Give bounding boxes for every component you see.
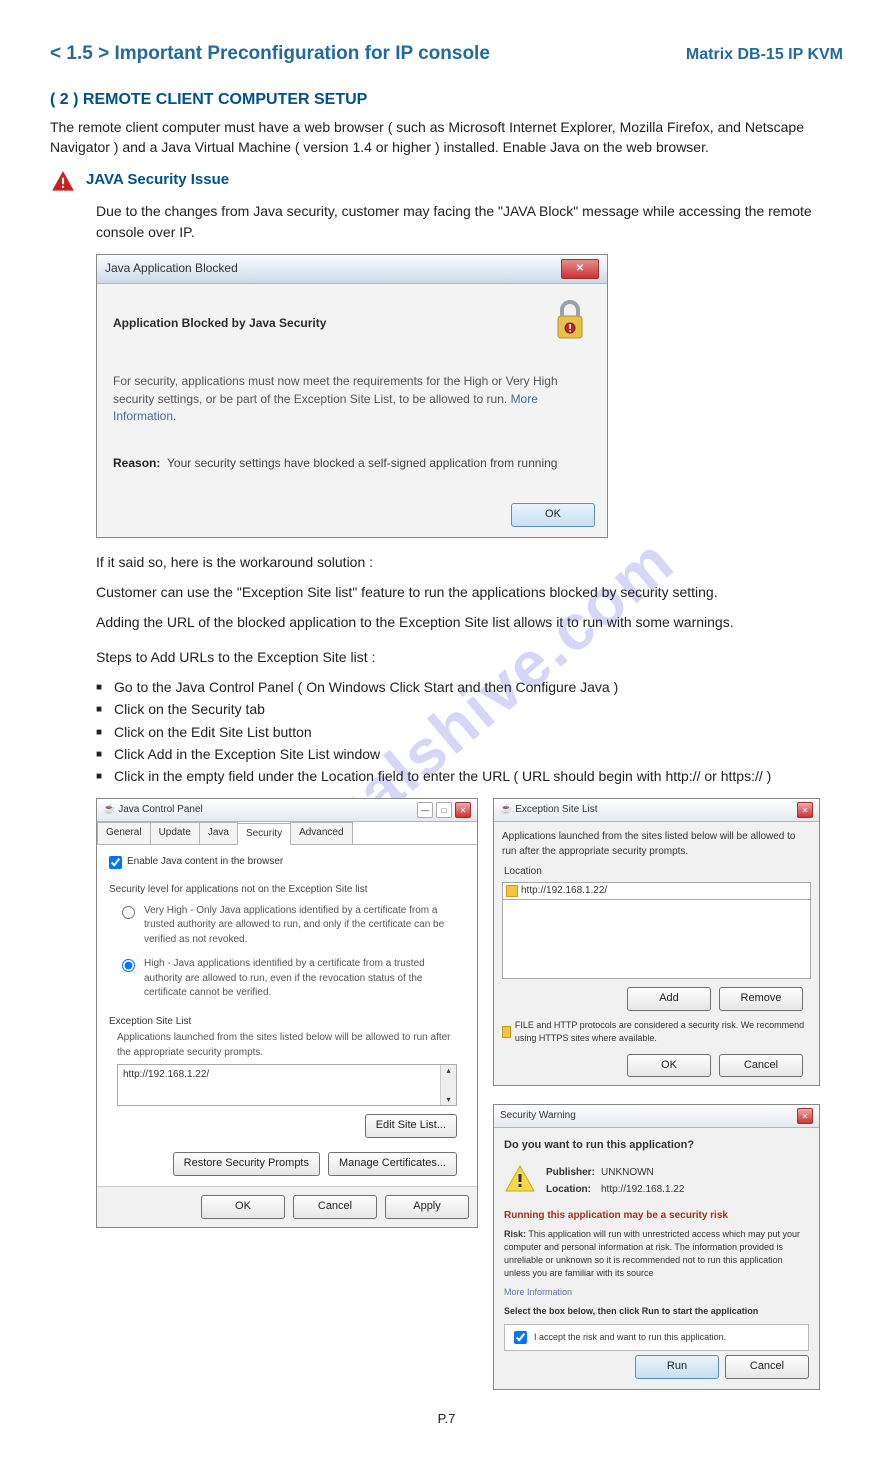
ok-button[interactable]: OK xyxy=(201,1195,285,1219)
cancel-button[interactable]: Cancel xyxy=(725,1355,809,1379)
url-list-area[interactable] xyxy=(502,899,811,979)
secwarn-question: Do you want to run this application? xyxy=(504,1138,809,1154)
select-instruction: Select the box below, then click Run to … xyxy=(504,1305,809,1318)
step-item: Click in the empty field under the Locat… xyxy=(96,766,843,786)
accept-input[interactable] xyxy=(514,1331,527,1344)
add-button[interactable]: Add xyxy=(627,987,711,1011)
scroll-down-icon[interactable]: ▾ xyxy=(446,1094,450,1106)
cancel-button[interactable]: Cancel xyxy=(719,1054,803,1078)
enable-java-input[interactable] xyxy=(109,856,122,869)
product-name: Matrix DB-15 IP KVM xyxy=(686,43,843,66)
dialog-title: Java Application Blocked xyxy=(105,260,238,277)
dialog-heading: Application Blocked by Java Security xyxy=(113,315,326,332)
close-button[interactable]: ✕ xyxy=(797,1108,813,1124)
warning-small-icon xyxy=(506,885,518,897)
esl-heading: Exception Site List xyxy=(109,1015,465,1030)
java-blocked-dialog: Java Application Blocked ✕ Application B… xyxy=(96,254,608,538)
dialog-reason: Reason: Your security settings have bloc… xyxy=(113,455,591,472)
manage-certs-button[interactable]: Manage Certificates... xyxy=(328,1152,457,1176)
radio-vhigh-input[interactable] xyxy=(122,906,135,919)
security-level-label: Security level for applications not on t… xyxy=(109,883,465,898)
esl-dialog-msg: Applications launched from the sites lis… xyxy=(502,830,811,859)
security-warning-dialog: Security Warning ✕ Do you want to run th… xyxy=(493,1104,820,1390)
workaround-line3: Adding the URL of the blocked applicatio… xyxy=(96,612,843,632)
step-item: Click on the Security tab xyxy=(96,699,843,719)
step-item: Go to the Java Control Panel ( On Window… xyxy=(96,677,843,697)
protocol-warning: FILE and HTTP protocols are considered a… xyxy=(502,1019,811,1045)
risk-text: Risk: This application will run with unr… xyxy=(504,1228,809,1280)
tab-general[interactable]: General xyxy=(97,822,151,844)
minimize-button[interactable]: — xyxy=(417,802,433,818)
tab-advanced[interactable]: Advanced xyxy=(290,822,352,844)
warning-triangle-icon xyxy=(504,1164,536,1194)
steps-heading: Steps to Add URLs to the Exception Site … xyxy=(96,647,843,667)
radio-high[interactable]: High - Java applications identified by a… xyxy=(117,957,465,1001)
tab-update[interactable]: Update xyxy=(150,822,200,844)
edit-site-list-button[interactable]: Edit Site List... xyxy=(365,1114,457,1138)
issue-text: Due to the changes from Java security, c… xyxy=(50,201,843,242)
ok-button[interactable]: OK xyxy=(627,1054,711,1078)
risk-heading: Running this application may be a securi… xyxy=(504,1209,809,1224)
url-value: http://192.168.1.22/ xyxy=(521,884,607,899)
secwarn-info: Publisher:UNKNOWN Location:http://192.16… xyxy=(546,1164,684,1199)
dialog-titlebar: Java Application Blocked ✕ xyxy=(97,255,607,284)
esl-url-entry: http://192.168.1.22/ xyxy=(123,1069,209,1080)
ok-button[interactable]: OK xyxy=(511,503,595,527)
warning-row: JAVA Security Issue xyxy=(50,169,843,195)
apply-button[interactable]: Apply xyxy=(385,1195,469,1219)
radio-high-input[interactable] xyxy=(122,959,135,972)
step-item: Click Add in the Exception Site List win… xyxy=(96,744,843,764)
lock-icon xyxy=(549,298,591,349)
java-icon: ☕ xyxy=(103,804,115,815)
accept-risk-checkbox[interactable]: I accept the risk and want to run this a… xyxy=(504,1324,809,1351)
esl-title-text: Exception Site List xyxy=(515,804,597,815)
url-input-row[interactable]: http://192.168.1.22/ xyxy=(502,882,811,901)
close-button[interactable]: ✕ xyxy=(797,802,813,818)
java-icon: ☕ xyxy=(500,804,512,815)
cancel-button[interactable]: Cancel xyxy=(293,1195,377,1219)
secwarn-title-text: Security Warning xyxy=(500,1109,576,1124)
scroll-up-icon[interactable]: ▴ xyxy=(446,1065,450,1077)
close-button[interactable]: ✕ xyxy=(455,802,471,818)
intro-paragraph: The remote client computer must have a w… xyxy=(50,117,843,158)
exception-site-list-dialog: ☕ Exception Site List ✕ Applications lau… xyxy=(493,798,820,1086)
jcp-tabs: General Update Java Security Advanced xyxy=(97,822,477,845)
warning-triangle-icon xyxy=(50,169,76,195)
dialog-message: For security, applications must now meet… xyxy=(113,373,591,425)
jcp-titlebar: ☕ Java Control Panel — □ ✕ xyxy=(97,799,477,822)
remove-button[interactable]: Remove xyxy=(719,987,803,1011)
workaround-line2: Customer can use the "Exception Site lis… xyxy=(96,582,843,602)
step-item: Click on the Edit Site List button xyxy=(96,722,843,742)
jcp-title-text: Java Control Panel xyxy=(118,804,203,815)
esl-titlebar: ☕ Exception Site List ✕ xyxy=(494,799,819,822)
section-title: < 1.5 > Important Preconfiguration for I… xyxy=(50,40,490,68)
esl-description: Applications launched from the sites lis… xyxy=(117,1031,465,1060)
restore-prompts-button[interactable]: Restore Security Prompts xyxy=(173,1152,320,1176)
tab-java[interactable]: Java xyxy=(199,822,238,844)
java-control-panel: ☕ Java Control Panel — □ ✕ General Updat… xyxy=(96,798,478,1228)
more-info-link[interactable]: More Information xyxy=(504,1286,809,1299)
run-button[interactable]: Run xyxy=(635,1355,719,1379)
page-number: P.7 xyxy=(50,1410,843,1429)
enable-java-checkbox[interactable]: Enable Java content in the browser xyxy=(109,855,465,870)
tab-security[interactable]: Security xyxy=(237,823,291,845)
steps-list: Go to the Java Control Panel ( On Window… xyxy=(96,677,843,786)
maximize-button[interactable]: □ xyxy=(436,802,452,818)
scrollbar[interactable]: ▴▾ xyxy=(440,1065,456,1105)
workaround-line1: If it said so, here is the workaround so… xyxy=(96,552,843,572)
secwarn-titlebar: Security Warning ✕ xyxy=(494,1105,819,1128)
esl-listbox[interactable]: http://192.168.1.22/ ▴▾ xyxy=(117,1064,457,1106)
page-header: < 1.5 > Important Preconfiguration for I… xyxy=(50,40,843,68)
close-button[interactable]: ✕ xyxy=(561,259,599,279)
radio-very-high[interactable]: Very High - Only Java applications ident… xyxy=(117,904,465,948)
subsection-title: ( 2 ) REMOTE CLIENT COMPUTER SETUP xyxy=(50,88,843,111)
location-label: Location xyxy=(504,865,809,880)
warning-small-icon xyxy=(502,1026,511,1038)
issue-title: JAVA Security Issue xyxy=(86,169,229,191)
